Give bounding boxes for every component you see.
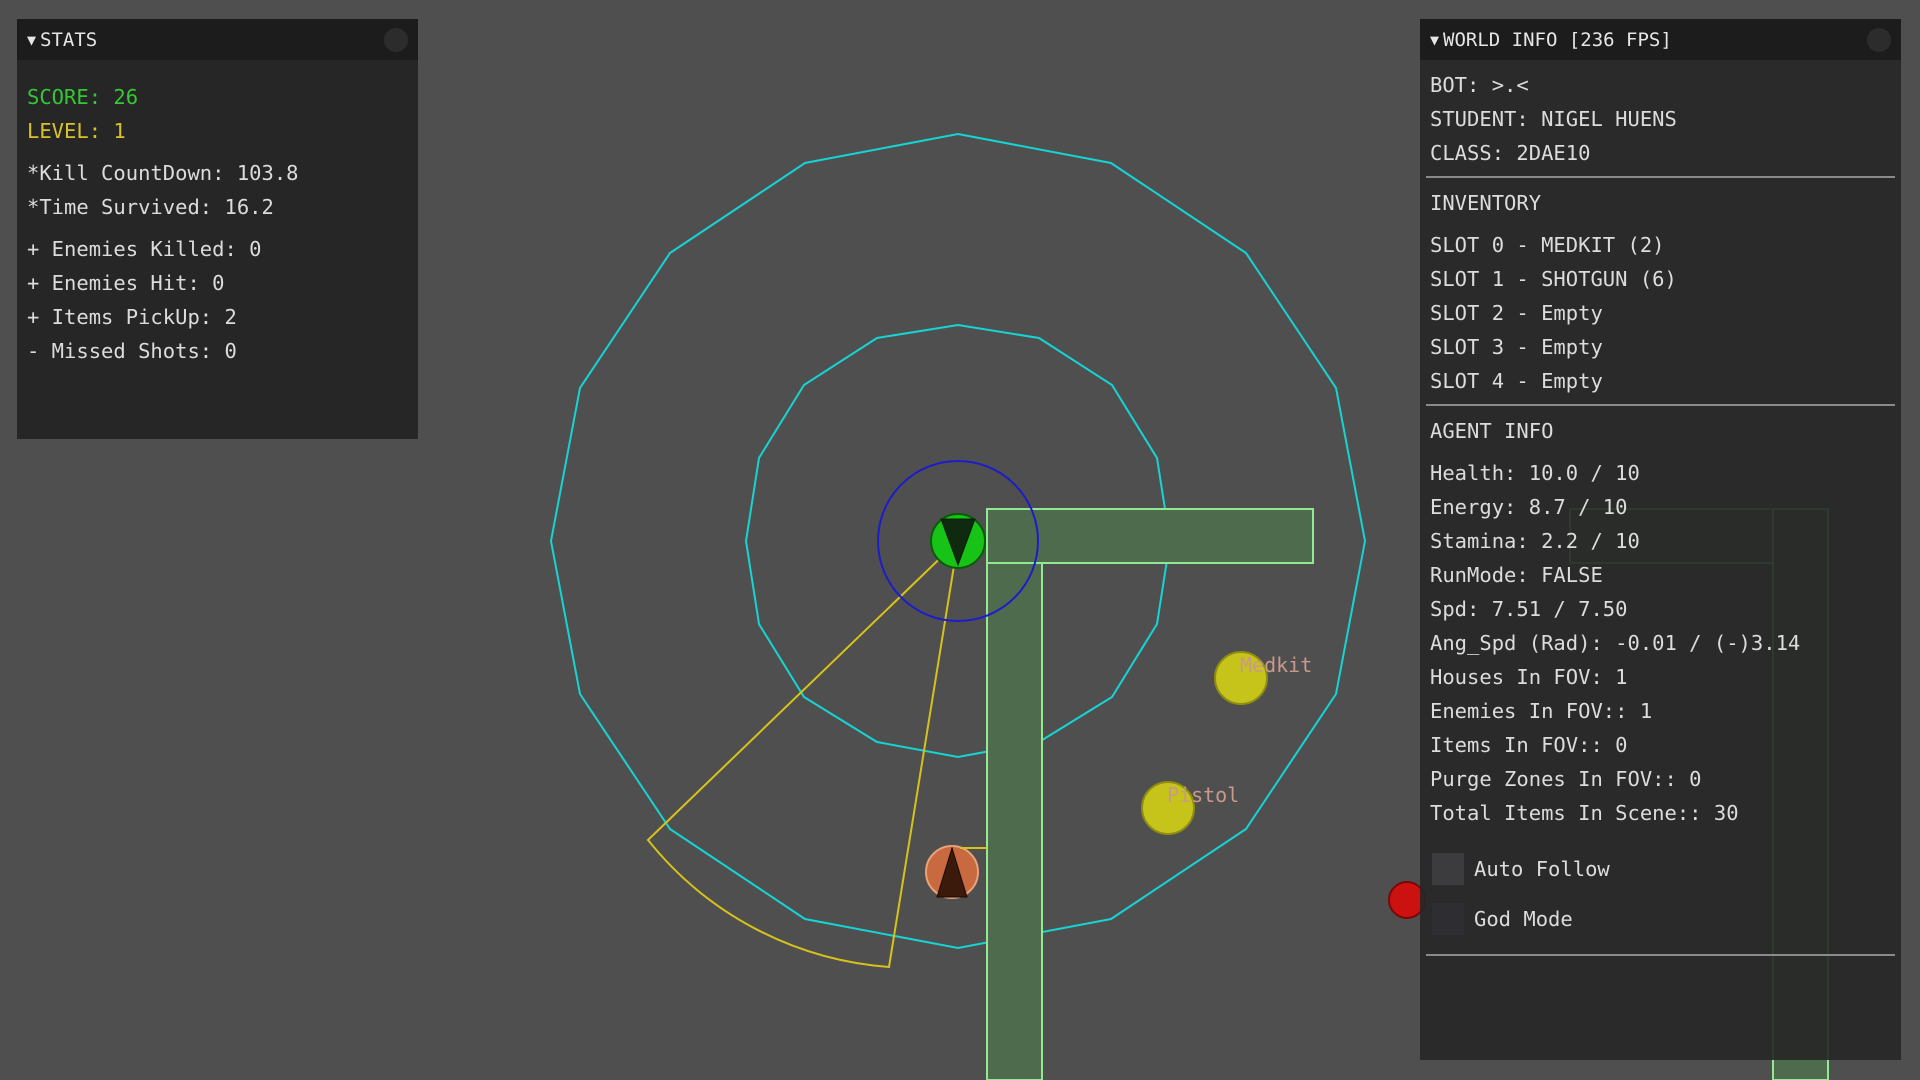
- god-mode-toggle[interactable]: God Mode: [1430, 894, 1891, 944]
- enemies-killed: + Enemies Killed: 0: [27, 237, 262, 261]
- inventory-slot: SLOT 4 - Empty: [1430, 369, 1603, 393]
- time-survived: *Time Survived: 16.2: [27, 195, 274, 219]
- items-in-fov: Items In FOV:: 0: [1430, 733, 1628, 757]
- houses-in-fov: Houses In FOV: 1: [1430, 665, 1628, 689]
- god-mode-label: God Mode: [1474, 907, 1573, 931]
- inventory-slot: SLOT 1 - SHOTGUN (6): [1430, 267, 1677, 291]
- total-items-in-scene: Total Items In Scene:: 30: [1430, 801, 1739, 825]
- stamina-text: Stamina: 2.2 / 10: [1430, 529, 1640, 553]
- run-mode-text: RunMode: FALSE: [1430, 563, 1603, 587]
- separator: [1426, 176, 1895, 178]
- energy-text: Energy: 8.7 / 10: [1430, 495, 1628, 519]
- inventory-header: INVENTORY: [1430, 191, 1542, 215]
- pistol-label: Pistol: [1167, 783, 1239, 807]
- score-text: SCORE: 26: [27, 85, 139, 109]
- angular-speed-text: Ang_Spd (Rad): -0.01 / (-)3.14: [1430, 631, 1801, 655]
- enemies-hit: + Enemies Hit: 0: [27, 271, 225, 295]
- inventory-slot: SLOT 0 - MEDKIT (2): [1430, 233, 1665, 257]
- purge-zones-in-fov: Purge Zones In FOV:: 0: [1430, 767, 1702, 791]
- separator: [1426, 954, 1895, 956]
- world-info-title: WORLD INFO [236 FPS]: [1443, 28, 1672, 51]
- collapse-arrow-icon[interactable]: ▼: [27, 31, 36, 49]
- auto-follow-toggle[interactable]: Auto Follow: [1430, 844, 1891, 894]
- enemies-in-fov: Enemies In FOV:: 1: [1430, 699, 1653, 723]
- missed-shots: - Missed Shots: 0: [27, 339, 237, 363]
- close-icon[interactable]: [384, 28, 408, 52]
- inventory-slot: SLOT 2 - Empty: [1430, 301, 1603, 325]
- medkit-label: Medkit: [1240, 653, 1312, 677]
- kill-countdown: *Kill CountDown: 103.8: [27, 161, 299, 185]
- class-name: CLASS: 2DAE10: [1430, 141, 1591, 165]
- enemy: [925, 845, 979, 899]
- agent-info-header: AGENT INFO: [1430, 419, 1554, 443]
- world-info-panel: ▼ WORLD INFO [236 FPS] BOT: >.< STUDENT:…: [1420, 19, 1901, 1060]
- stats-title: STATS: [40, 28, 98, 51]
- speed-text: Spd: 7.51 / 7.50: [1430, 597, 1628, 621]
- level-text: LEVEL: 1: [27, 119, 126, 143]
- separator: [1426, 404, 1895, 406]
- bot-name: BOT: >.<: [1430, 73, 1529, 97]
- health-text: Health: 10.0 / 10: [1430, 461, 1640, 485]
- stats-titlebar[interactable]: ▼ STATS: [17, 19, 418, 60]
- stats-panel: ▼ STATS SCORE: 26 LEVEL: 1 *Kill CountDo…: [17, 19, 418, 439]
- student-name: STUDENT: NIGEL HUENS: [1430, 107, 1677, 131]
- items-pickup: + Items PickUp: 2: [27, 305, 237, 329]
- god-mode-checkbox[interactable]: [1432, 903, 1464, 935]
- auto-follow-checkbox[interactable]: [1432, 853, 1464, 885]
- inventory-slot: SLOT 3 - Empty: [1430, 335, 1603, 359]
- close-icon[interactable]: [1867, 28, 1891, 52]
- agent: [930, 513, 986, 569]
- auto-follow-label: Auto Follow: [1474, 857, 1610, 881]
- collapse-arrow-icon[interactable]: ▼: [1430, 31, 1439, 49]
- world-info-titlebar[interactable]: ▼ WORLD INFO [236 FPS]: [1420, 19, 1901, 60]
